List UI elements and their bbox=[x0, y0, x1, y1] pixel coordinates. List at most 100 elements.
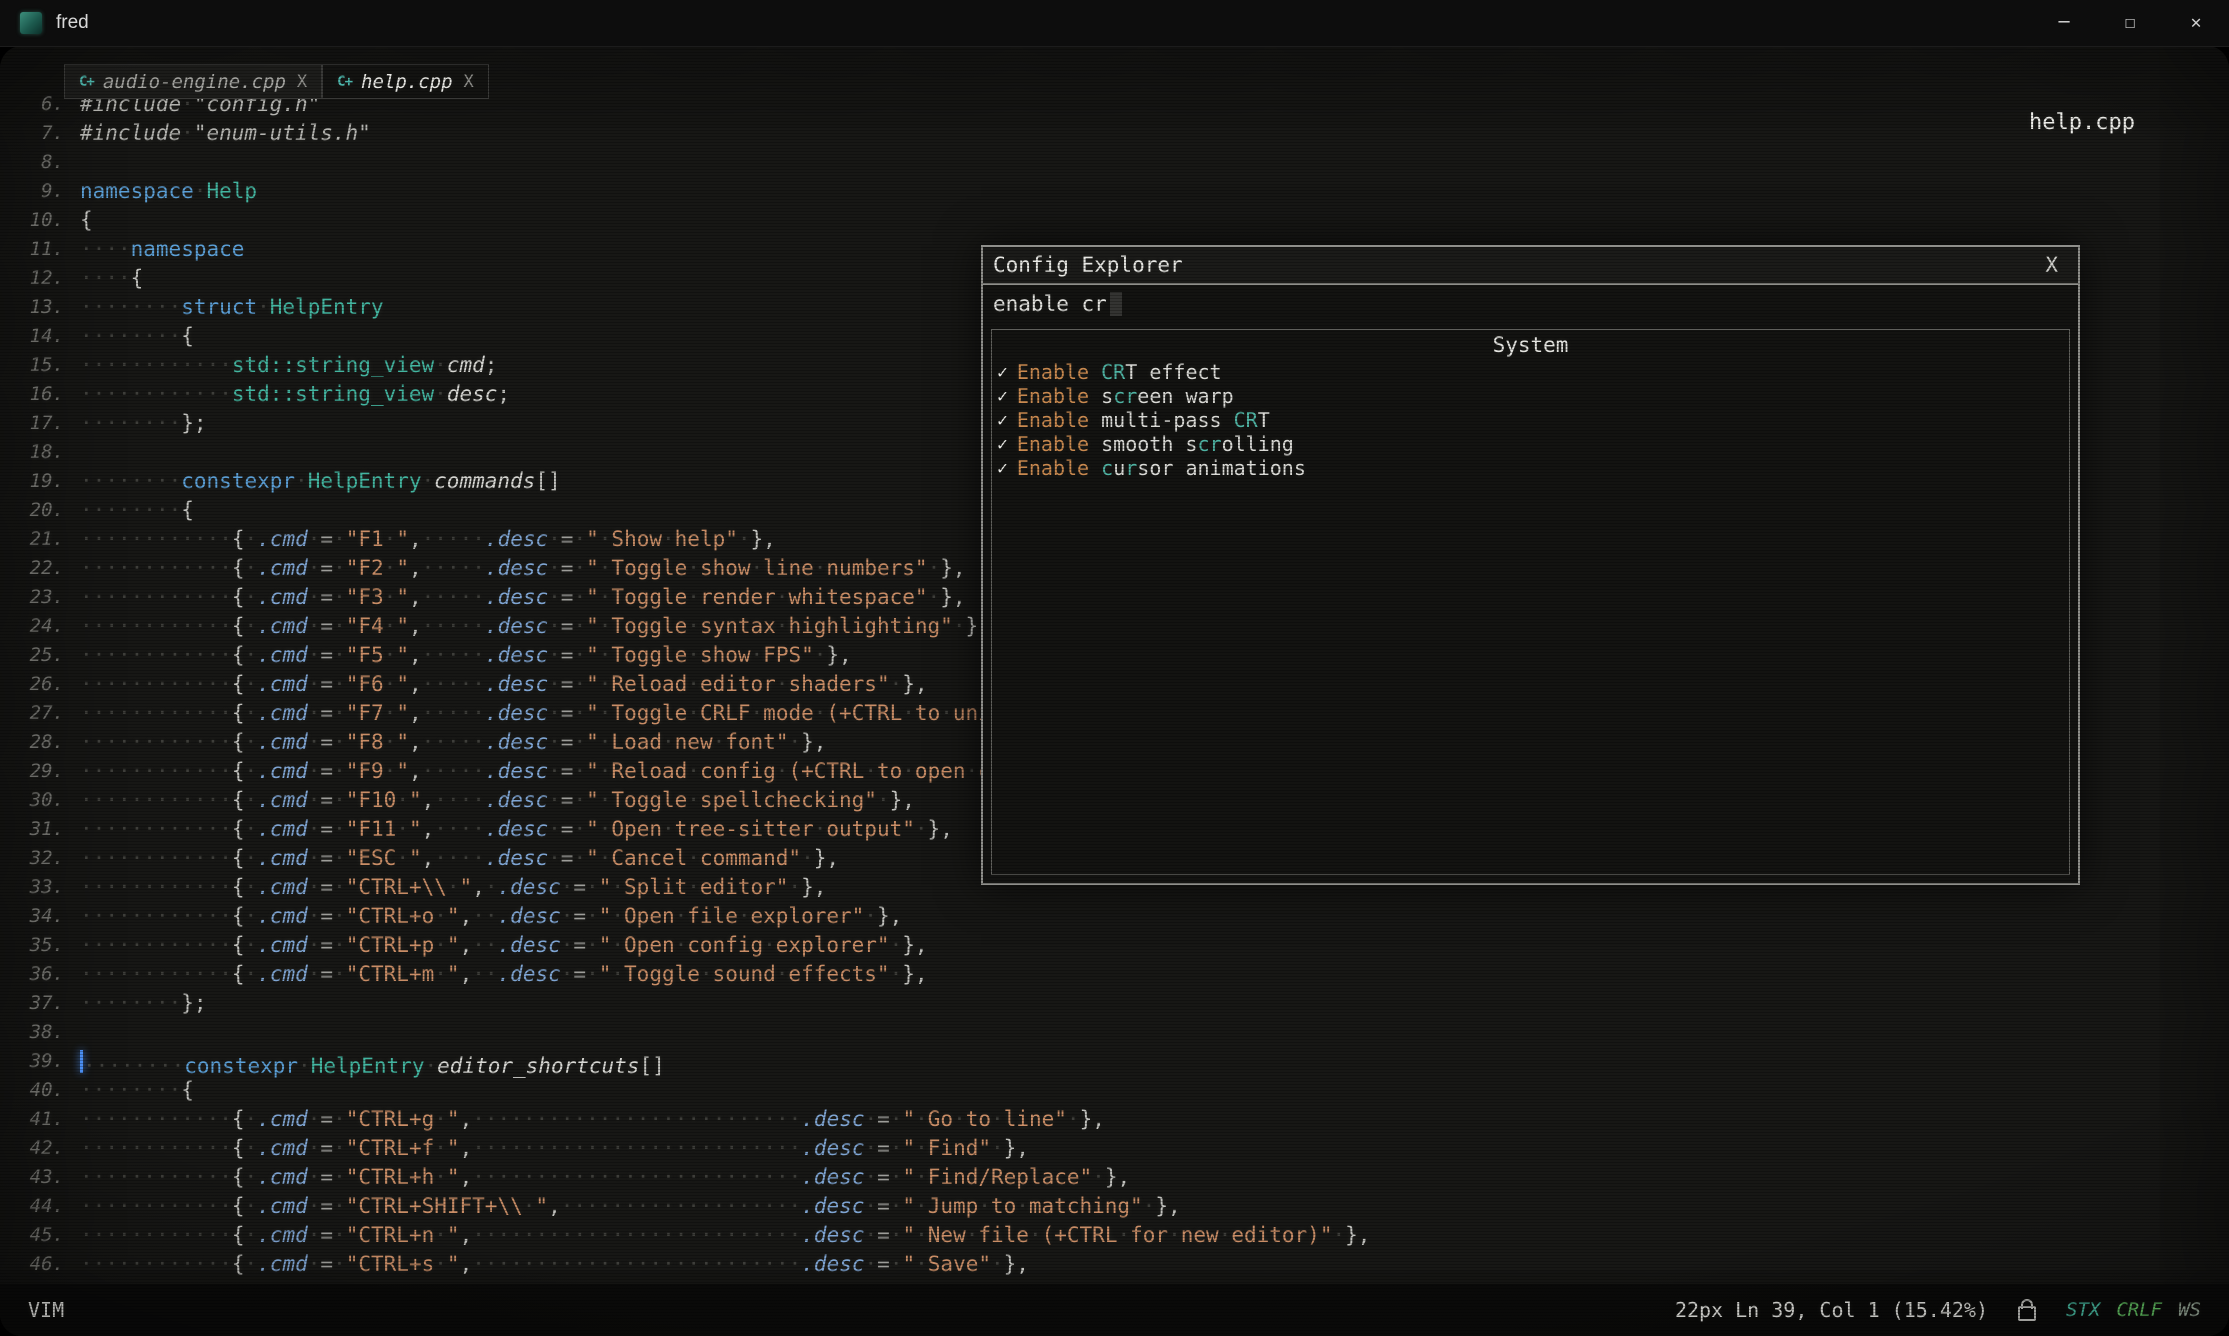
minimize-button[interactable]: ─ bbox=[2031, 0, 2097, 46]
line-number: 43. bbox=[6, 1163, 80, 1192]
whitespace-dot: · bbox=[434, 643, 447, 667]
whitespace-dot: · bbox=[599, 643, 612, 667]
code-token: .desc bbox=[801, 1194, 864, 1218]
whitespace-dot: · bbox=[80, 1252, 93, 1276]
tab-audio-engine[interactable]: C+ audio-engine.cpp X bbox=[64, 64, 322, 99]
code-token: { bbox=[232, 1194, 245, 1218]
whitespace-dot: · bbox=[447, 614, 460, 638]
code-line[interactable]: 40.········{ bbox=[6, 1076, 1370, 1105]
code-token: .cmd bbox=[257, 846, 308, 870]
checkbox-icon[interactable]: ✓ bbox=[997, 458, 1008, 479]
code-token: explorer" bbox=[751, 904, 865, 928]
whitespace-dot: · bbox=[207, 1107, 220, 1131]
code-token: { bbox=[232, 730, 245, 754]
config-option[interactable]: ✓Enable cursor animations bbox=[992, 456, 2069, 480]
whitespace-dot: · bbox=[219, 904, 232, 928]
code-token: Toggle bbox=[611, 643, 687, 667]
code-line[interactable]: 45.············{·.cmd·=·"CTRL+n·",······… bbox=[6, 1221, 1370, 1250]
whitespace-dot: · bbox=[194, 382, 207, 406]
code-line[interactable]: 43.············{·.cmd·=·"CTRL+h·",······… bbox=[6, 1163, 1370, 1192]
whitespace-dot: · bbox=[219, 672, 232, 696]
popup-close-icon[interactable]: X bbox=[2035, 253, 2068, 277]
tab-help[interactable]: C+ help.cpp X bbox=[322, 64, 489, 99]
code-token: = bbox=[561, 556, 574, 580]
code-token: = bbox=[561, 614, 574, 638]
code-line[interactable]: 36.············{·.cmd·=·"CTRL+m·",··.des… bbox=[6, 960, 1370, 989]
code-token: , bbox=[460, 962, 473, 986]
code-token: to bbox=[966, 1107, 991, 1131]
whitespace-dot: · bbox=[890, 672, 903, 696]
code-token: }, bbox=[814, 846, 839, 870]
code-token: std::string_view bbox=[232, 353, 434, 377]
whitespace-dot: · bbox=[169, 1078, 182, 1102]
code-line[interactable]: 10.{ bbox=[6, 206, 1370, 235]
checkbox-icon[interactable]: ✓ bbox=[997, 386, 1008, 407]
search-query-text: enable cr bbox=[993, 292, 1107, 316]
whitespace-dot: · bbox=[915, 1165, 928, 1189]
whitespace-dot: · bbox=[80, 1223, 93, 1247]
whitespace-dot: · bbox=[245, 817, 258, 841]
code-token: highlighting" bbox=[788, 614, 952, 638]
whitespace-dot: · bbox=[131, 1136, 144, 1160]
close-button[interactable]: ✕ bbox=[2163, 0, 2229, 46]
config-option[interactable]: ✓Enable multi-pass CRT bbox=[992, 408, 2069, 432]
code-line[interactable]: 39.········constexpr·HelpEntry·editor_sh… bbox=[6, 1047, 1370, 1076]
whitespace-dot: · bbox=[245, 527, 258, 551]
code-token: new bbox=[1181, 1223, 1219, 1247]
config-option[interactable]: ✓Enable CRT effect bbox=[992, 360, 2069, 384]
tab-close-icon[interactable]: X bbox=[297, 72, 307, 92]
code-line[interactable]: 42.············{·.cmd·=·"CTRL+f·",······… bbox=[6, 1134, 1370, 1163]
whitespace-dot: · bbox=[333, 817, 346, 841]
code-token: .cmd bbox=[257, 1194, 308, 1218]
code-line[interactable]: 37.········}; bbox=[6, 989, 1370, 1018]
config-option[interactable]: ✓Enable screen warp bbox=[992, 384, 2069, 408]
whitespace-dot: · bbox=[1219, 1223, 1232, 1247]
whitespace-dot: · bbox=[713, 730, 726, 754]
whitespace-dot: · bbox=[561, 962, 574, 986]
whitespace-dot: · bbox=[93, 933, 106, 957]
config-option[interactable]: ✓Enable smooth scrolling bbox=[992, 432, 2069, 456]
code-line[interactable]: 38. bbox=[6, 1018, 1370, 1047]
whitespace-dot: · bbox=[422, 730, 435, 754]
code-token: , bbox=[460, 1165, 473, 1189]
tab-close-icon[interactable]: X bbox=[464, 72, 474, 92]
whitespace-dot: · bbox=[713, 1194, 726, 1218]
checkbox-icon[interactable]: ✓ bbox=[997, 362, 1008, 383]
code-line[interactable]: 35.············{·.cmd·=·"CTRL+p·",··.des… bbox=[6, 931, 1370, 960]
whitespace-dot: · bbox=[434, 759, 447, 783]
code-token: { bbox=[232, 875, 245, 899]
whitespace-dot: · bbox=[548, 1252, 561, 1276]
whitespace-dot: · bbox=[637, 1252, 650, 1276]
whitespace-dot: · bbox=[523, 1136, 536, 1160]
code-line[interactable]: 44.············{·.cmd·=·"CTRL+SHIFT+\\·"… bbox=[6, 1192, 1370, 1221]
maximize-button[interactable]: ☐ bbox=[2097, 0, 2163, 46]
code-line[interactable]: 41.············{·.cmd·=·"CTRL+g·",······… bbox=[6, 1105, 1370, 1134]
whitespace-dot: · bbox=[80, 1107, 93, 1131]
code-line[interactable]: 46.············{·.cmd·=·"CTRL+s·",······… bbox=[6, 1250, 1370, 1279]
whitespace-dot: · bbox=[308, 556, 321, 580]
whitespace-dot: · bbox=[169, 1223, 182, 1247]
whitespace-dot: · bbox=[159, 1054, 172, 1078]
checkbox-icon[interactable]: ✓ bbox=[997, 434, 1008, 455]
code-line[interactable]: 9.namespace·Help bbox=[6, 177, 1370, 206]
config-search-input[interactable]: enable cr bbox=[983, 285, 2078, 323]
whitespace-dot: · bbox=[169, 991, 182, 1015]
code-token: ; bbox=[497, 382, 510, 406]
whitespace-dot: · bbox=[536, 1223, 549, 1247]
whitespace-dot: · bbox=[219, 1252, 232, 1276]
whitespace-dot: · bbox=[434, 904, 447, 928]
whitespace-dot: · bbox=[485, 904, 498, 928]
code-token: = bbox=[320, 817, 333, 841]
whitespace-dot: · bbox=[105, 933, 118, 957]
code-token: for bbox=[1130, 1223, 1168, 1247]
code-token: " bbox=[586, 730, 599, 754]
whitespace-dot: · bbox=[523, 1252, 536, 1276]
code-line[interactable]: 8. bbox=[6, 148, 1370, 177]
code-line[interactable]: 7.#include·"enum-utils.h" bbox=[6, 119, 1370, 148]
checkbox-icon[interactable]: ✓ bbox=[997, 410, 1008, 431]
whitespace-dot: · bbox=[308, 643, 321, 667]
code-line[interactable]: 34.············{·.cmd·=·"CTRL+o·",··.des… bbox=[6, 902, 1370, 931]
whitespace-dot: · bbox=[105, 527, 118, 551]
whitespace-dot: · bbox=[169, 788, 182, 812]
whitespace-dot: · bbox=[687, 643, 700, 667]
